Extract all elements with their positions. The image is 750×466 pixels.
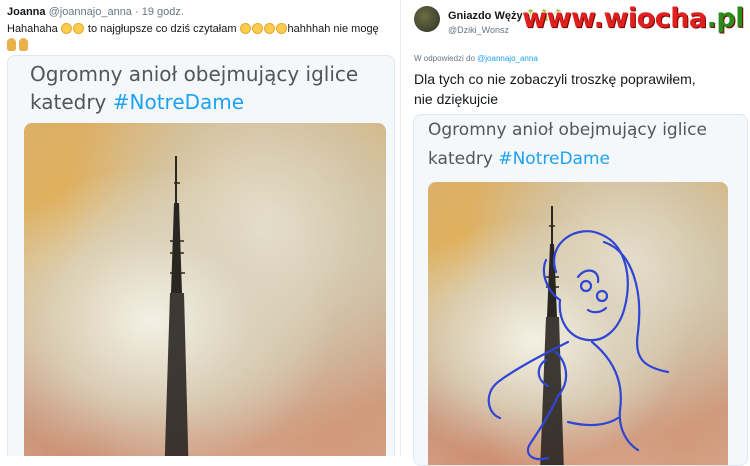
watermark-brand: wiocha — [603, 3, 707, 34]
image-caption-line2: katedry #NotreDame — [428, 149, 610, 169]
person-icon — [7, 38, 16, 51]
person-icon — [19, 38, 28, 51]
laugh-icon — [239, 23, 288, 35]
caption-word: katedry — [428, 149, 493, 169]
tweet-text-line2: nie dziękujcie — [414, 91, 499, 107]
tweet-time[interactable]: · 19 godz. — [135, 6, 184, 18]
author-handle[interactable]: @Dziki_Wonsz — [448, 25, 509, 35]
watermark-logo: www.wiocha.pl — [522, 3, 744, 34]
smoke-photo — [428, 182, 728, 465]
facepalm-icons — [7, 38, 31, 52]
tweet-image[interactable]: Ogromny anioł obejmujący iglice katedry … — [413, 114, 748, 466]
caption-word: katedry — [30, 90, 107, 114]
image-caption-line2: katedry #NotreDame — [30, 90, 244, 114]
left-tweet-header: Joanna @joannajo_anna · 19 godz. — [7, 6, 184, 18]
left-tweet: Joanna @joannajo_anna · 19 godz. Hahahah… — [0, 0, 399, 456]
tweet-text-part: Hahahaha — [7, 23, 58, 35]
author-handle[interactable]: @joannajo_anna — [49, 6, 132, 18]
reply-to-link[interactable]: @joannajo_anna — [477, 54, 538, 63]
author-name[interactable]: Gniazdo Węży — [448, 10, 523, 22]
angel-drawing — [487, 230, 670, 461]
watermark-www: www. — [522, 3, 604, 34]
spire-graphic — [487, 206, 670, 465]
tweet-text-part: to najgłupsze co dziś czytałam — [87, 23, 237, 35]
image-caption-line1: Ogromny anioł obejmujący iglice — [428, 120, 707, 140]
author-name[interactable]: Joanna — [7, 6, 46, 18]
tweet-text: Hahahaha to najgłupsze co dziś czytałam … — [7, 23, 379, 35]
spire-graphic — [164, 156, 189, 456]
tweet-divider — [400, 0, 401, 456]
hashtag-link[interactable]: #NotreDame — [113, 90, 244, 114]
tweet-text-part: hahhhah nie mogę — [287, 23, 379, 35]
tweet-text-line1: Dla tych co nie zobaczyli troszkę popraw… — [414, 71, 696, 87]
avatar[interactable] — [414, 6, 440, 32]
smoke-photo — [24, 123, 386, 456]
reply-prefix: W odpowiedzi do — [414, 54, 475, 63]
watermark-tld: .pl — [706, 3, 745, 34]
hashtag-link[interactable]: #NotreDame — [498, 149, 610, 169]
image-caption-line1: Ogromny anioł obejmujący iglice — [30, 62, 359, 86]
tweet-image[interactable]: Ogromny anioł obejmujący iglice katedry … — [7, 55, 395, 456]
reply-context: W odpowiedzi do @joannajo_anna — [414, 54, 538, 63]
laugh-icon — [60, 23, 85, 35]
